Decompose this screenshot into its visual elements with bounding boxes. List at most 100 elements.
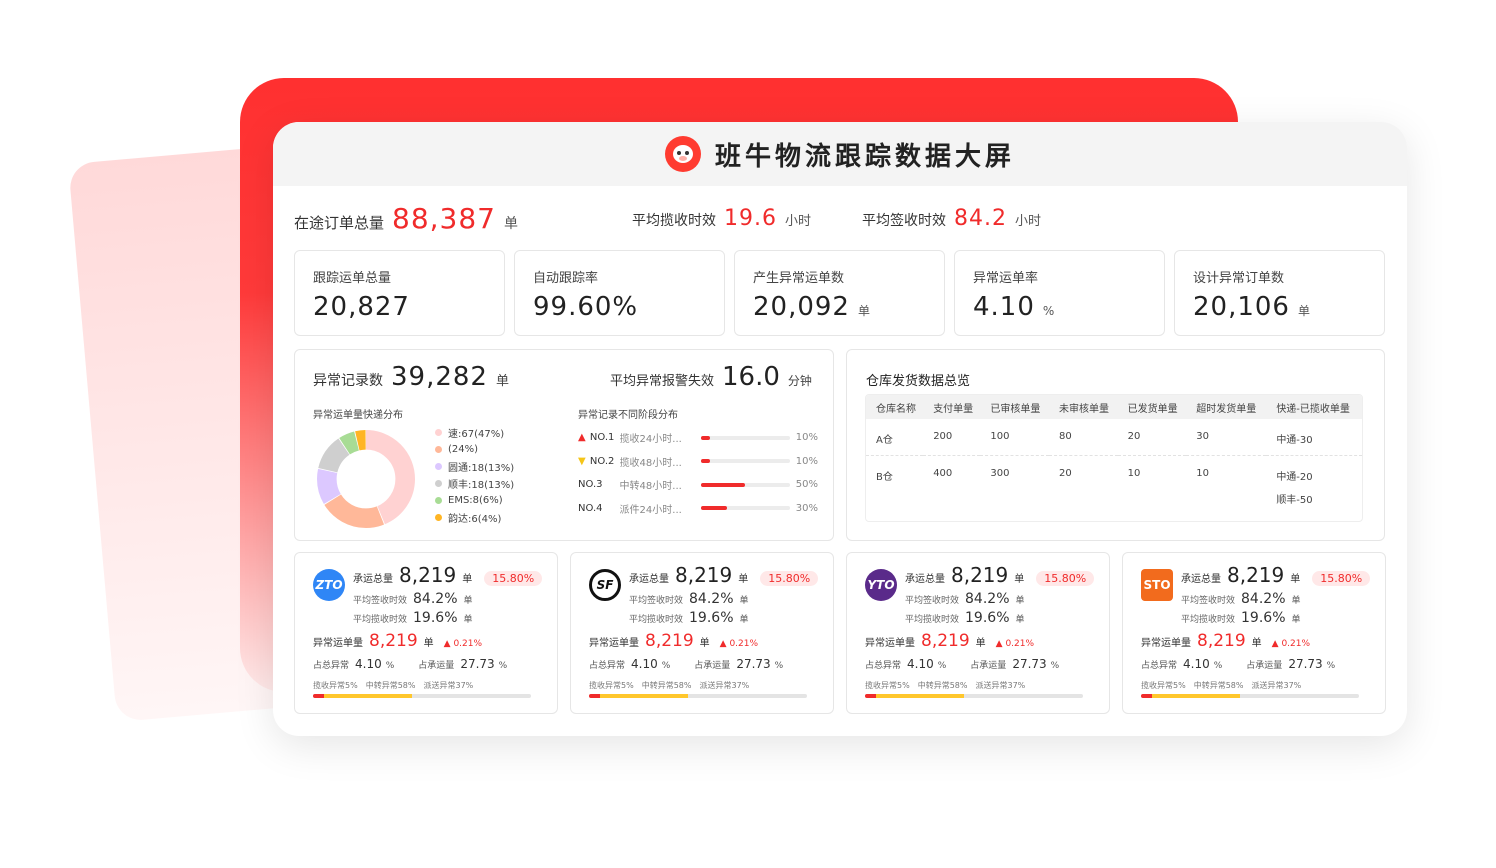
sign-value: 84.2% [689,591,734,607]
stage-label: 揽收异常5% [589,681,634,690]
legend-item: 速:67(47%) [435,424,514,441]
sign-time-row: 平均签收时效 84.2% 单 [905,591,1025,607]
stage-percent: 50% [795,479,818,491]
share-abnormal-unit: % [385,661,395,671]
stage-percent: 10% [795,432,819,444]
column-header: 超时发货单量 [1186,395,1267,419]
legend-item: 圆通:18(13%) [435,458,514,475]
kpi-value: 20,092 [753,292,850,322]
total-label: 承运总量 [905,574,945,585]
table-cell-line: 中通-20 [1276,471,1313,483]
avg-pickup-summary: 平均揽收时效 19.6 小时 [632,206,811,231]
share-total-unit: % [1326,661,1336,671]
legend-dot-icon [435,480,442,487]
stage-bar-track [700,506,790,511]
kpi-card: 异常运单率 4.10% [954,250,1165,336]
stage-bar-transit [1151,694,1241,698]
stage-number: NO.4 [578,502,603,514]
abnormal-unit: 单 [1251,638,1262,649]
carrier-total: 承运总量 8,219 单 15.80% [353,563,543,587]
stage-label: 揽收异常5% [313,681,358,690]
rate-badge: 15.80% [1312,571,1371,586]
table-cell-line: 顺丰-50 [1276,494,1313,506]
abnormal-shipments-row: 异常运单量 8,219 单 ▲ 0.21% [589,631,758,651]
table-cell: 20 [1059,467,1072,479]
legend-label: 速:67(47%) [448,429,505,440]
abnormal-label: 异常运单量 [1141,638,1191,649]
carrier-card: ZTO 承运总量 8,219 单 15.80% 平均签收时效 84.2% 单平均揽收时效 19.… [294,552,558,714]
avg-sign-label: 平均签收时效 [862,213,946,229]
abnormal-unit: 单 [975,638,986,649]
share-abnormal-value: 4.10 [907,657,934,671]
column-header: 已发货单量 [1117,395,1187,419]
legend-dot-icon [435,429,442,436]
stage-bar-track [700,459,790,464]
share-total-label: 占承运量 [970,661,1007,671]
abnormal-shipments-row: 异常运单量 8,219 单 ▲ 0.21% [865,631,1034,651]
column-header: 快递-已揽收单量 [1266,395,1362,419]
table-cell: 30 [1186,419,1267,456]
table-cell: B仓 [876,471,893,483]
pickup-time-row: 平均揽收时效 19.6% 单 [1181,610,1301,626]
pickup-unit: 单 [739,615,749,625]
total-label: 承运总量 [629,574,669,585]
stage-percent: 10% [795,455,819,467]
share-total-value: 27.73 [1012,657,1047,671]
share-abnormal-label: 占总异常 [313,661,350,671]
share-abnormal-label: 占总异常 [865,661,902,671]
abnormal-label: 异常运单量 [313,638,363,649]
pickup-label: 平均揽收时效 [905,615,960,625]
legend-dot-icon [435,463,442,470]
total-value: 8,219 [951,563,1009,587]
stage-progress-bar [589,694,807,698]
pickup-time-row: 平均揽收时效 19.6% 单 [905,610,1025,626]
share-abnormal-unit: % [937,661,947,671]
share-abnormal-value: 4.10 [631,657,658,671]
abnormal-value: 8,219 [369,631,418,651]
sf-logo-icon: SF [589,569,621,601]
legend-label: (24%) [448,444,479,455]
table-cell: 80 [1049,419,1118,456]
kpi-card: 跟踪运单总量 20,827 [294,250,505,336]
abnormal-label: 异常运单量 [865,638,915,649]
legend-dot-icon [435,497,442,504]
share-abnormal-value: 4.10 [355,657,382,671]
sign-unit: 单 [1015,596,1025,606]
pickup-label: 平均揽收时效 [1181,615,1236,625]
records-value: 39,282 [391,362,488,392]
stage-percent: 30% [795,502,818,514]
stage-title: 异常记录不同阶段分布 [578,410,678,421]
kpi-value: 20,827 [313,292,410,322]
dashboard-header: 班牛物流跟踪数据大屏 [273,122,1407,186]
abnormal-unit: 单 [423,638,434,649]
share-abnormal-value: 4.10 [1183,657,1210,671]
carrier-total: 承运总量 8,219 单 15.80% [905,563,1095,587]
trend-up-icon: ▲ 0.21% [1271,639,1311,649]
in-transit-unit: 单 [504,216,518,232]
stage-distribution: ▲ NO.1 揽收24小时... 10% ▼ NO.2 揽收48小时... 10% NO.3 中转… [578,426,818,520]
stage-text: 派件24小时... [619,504,682,516]
share-total-unit: % [498,661,508,671]
share-abnormal-label: 占总异常 [1141,661,1178,671]
pickup-value: 19.6% [413,610,458,626]
total-unit: 单 [1290,574,1301,585]
legend-label: 顺丰:18(13%) [448,480,515,491]
stage-row: ▼ NO.2 揽收48小时... 10% [578,450,818,474]
stage-bar-track [700,482,790,487]
table-cell: 100 [980,419,1049,456]
in-transit-summary: 在途订单总量 88,387 单 [294,202,518,235]
avg-sign-unit: 小时 [1014,214,1041,229]
dashboard-title: 班牛物流跟踪数据大屏 [714,141,1015,172]
kpi-value: 4.10 [973,292,1035,322]
kpi-label: 产生异常运单数 [753,271,845,286]
legend-dot-icon [435,446,442,453]
avg-pickup-label: 平均揽收时效 [632,213,716,229]
share-total-unit: % [1050,661,1060,671]
avg-sign-summary: 平均签收时效 84.2 小时 [862,206,1041,231]
share-total-unit: % [774,661,784,671]
stage-labels: 揽收异常5% 中转异常58% 派送异常37% [589,680,749,691]
stage-bar-pickup [589,694,600,698]
carrier-total: 承运总量 8,219 单 15.80% [1181,563,1371,587]
table-cell: 20 [1117,419,1187,456]
promo-canvas: 班牛物流跟踪数据大屏 在途订单总量 88,387 单 平均揽收时效 19.6 小… [0,0,1496,868]
